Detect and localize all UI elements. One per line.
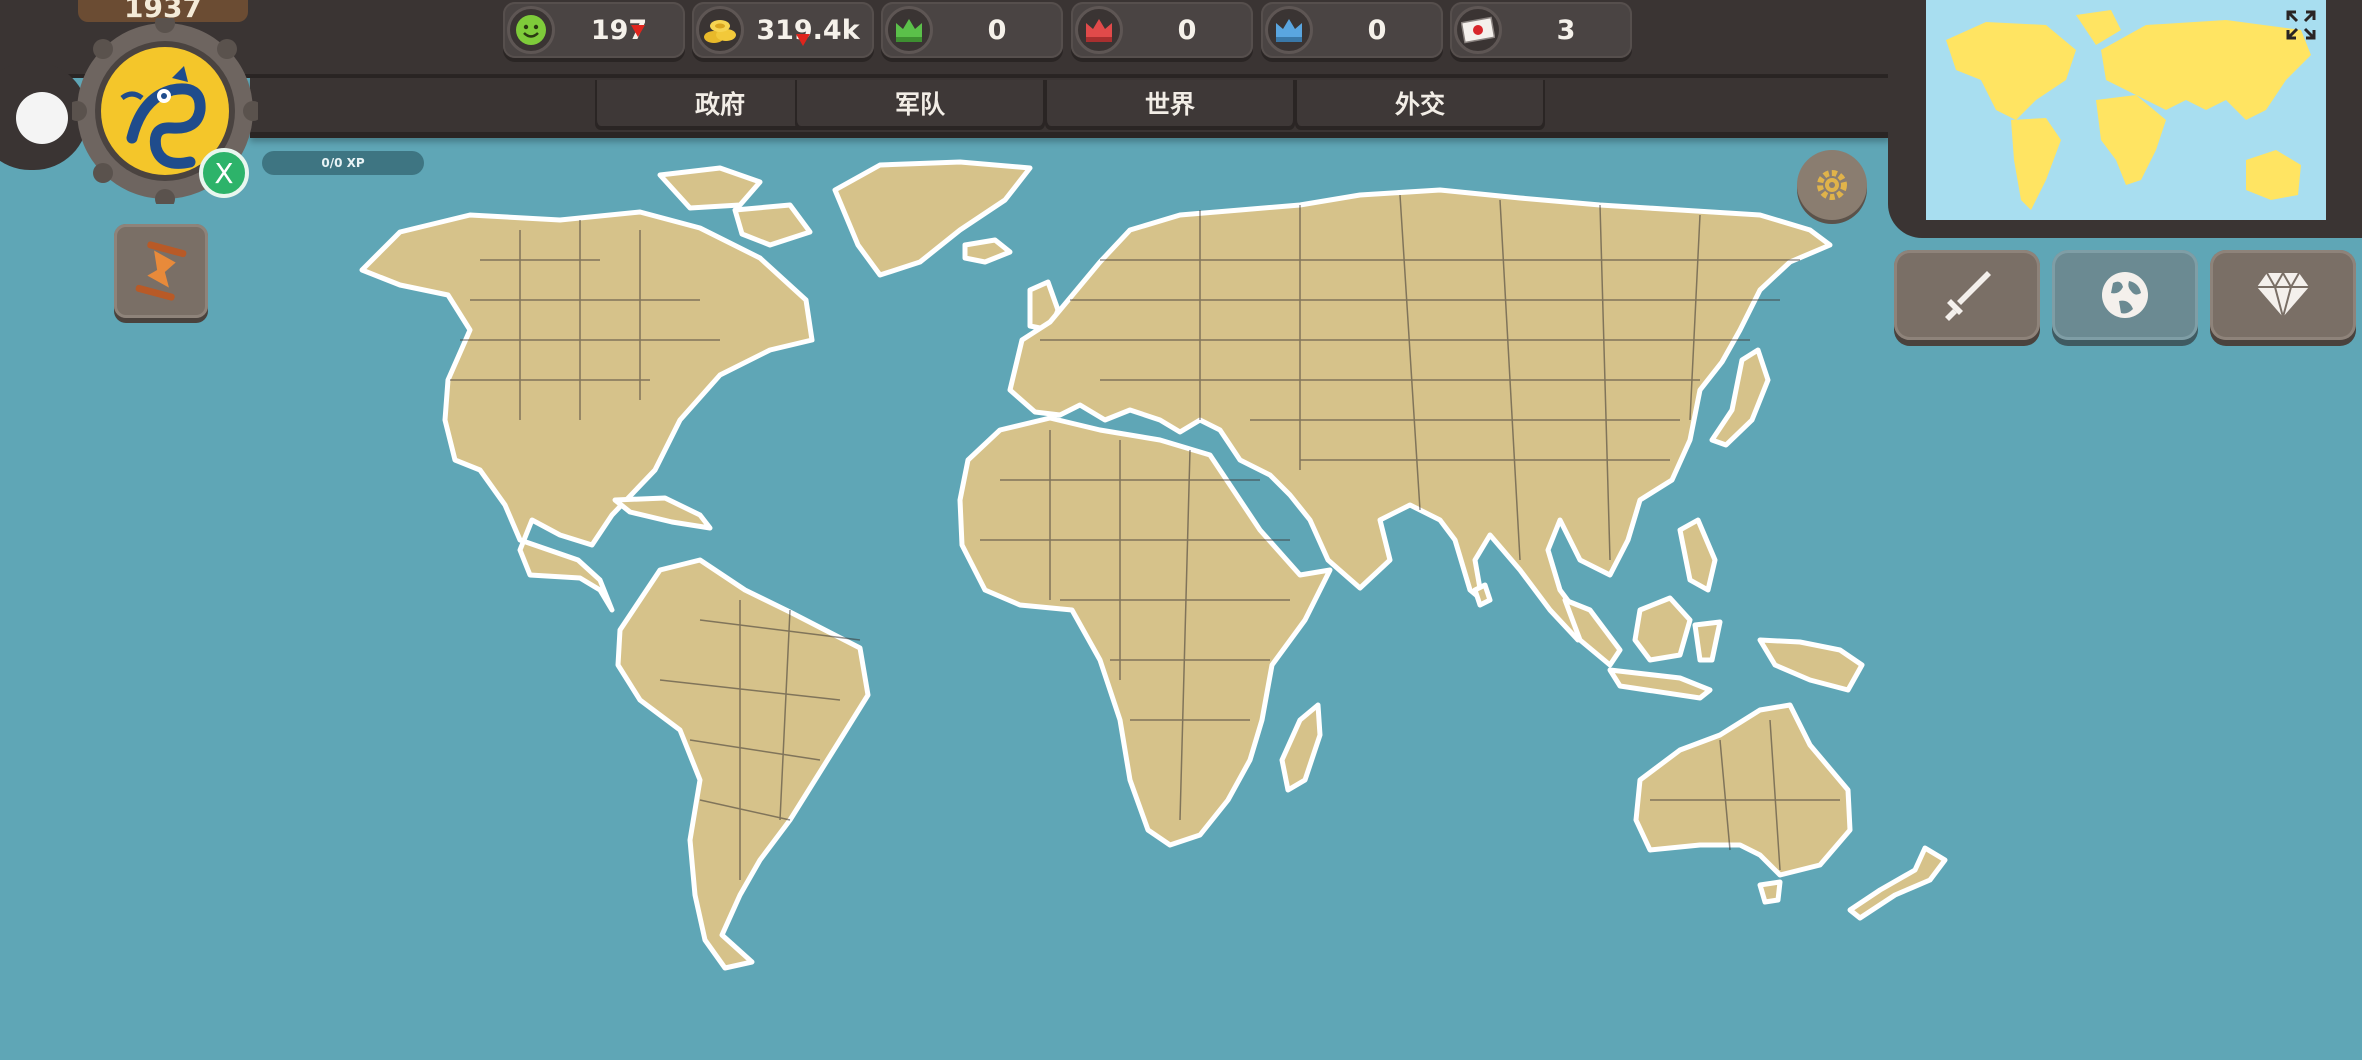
tab-world[interactable]: 世界 bbox=[1045, 80, 1295, 126]
hourglass-button[interactable] bbox=[114, 224, 208, 318]
flag-value: 3 bbox=[1556, 14, 1576, 46]
down-arrow-icon bbox=[796, 34, 810, 46]
japan-flag-icon bbox=[1454, 6, 1502, 54]
red-units-value: 0 bbox=[1177, 14, 1197, 46]
gear-icon bbox=[1817, 170, 1847, 200]
hourglass-icon bbox=[135, 241, 187, 301]
resource-flag[interactable]: 3 bbox=[1450, 2, 1632, 58]
tab-army[interactable]: 军队 bbox=[795, 80, 1045, 126]
green-crown-icon bbox=[885, 6, 933, 54]
green-units-value: 0 bbox=[987, 14, 1007, 46]
diamond-icon bbox=[2257, 270, 2309, 321]
resource-green-units[interactable]: 0 bbox=[881, 2, 1063, 58]
sword-icon bbox=[1945, 271, 1991, 321]
down-arrow-icon bbox=[631, 25, 645, 37]
military-button[interactable] bbox=[1894, 250, 2040, 340]
menu-tab-bar: 政府 军队 世界 外交 bbox=[250, 78, 1890, 138]
resource-money[interactable]: 319.4k bbox=[692, 2, 874, 58]
smiley-icon bbox=[507, 6, 555, 54]
island-borneo[interactable] bbox=[1632, 595, 1693, 663]
globe-icon bbox=[2102, 272, 2148, 318]
island-sri-lanka[interactable] bbox=[1472, 582, 1493, 608]
fullscreen-icon bbox=[2286, 10, 2316, 40]
blue-units-value: 0 bbox=[1367, 14, 1387, 46]
minimap[interactable] bbox=[1926, 0, 2326, 220]
premium-button[interactable] bbox=[2210, 250, 2356, 340]
red-crown-icon bbox=[1075, 6, 1123, 54]
xp-bar: 0/0 XP bbox=[262, 151, 424, 175]
resource-red-units[interactable]: 0 bbox=[1071, 2, 1253, 58]
resource-happiness[interactable]: 197 bbox=[503, 2, 685, 58]
tab-diplomacy[interactable]: 外交 bbox=[1295, 80, 1545, 126]
world-view-button[interactable] bbox=[2052, 250, 2198, 340]
gold-coins-icon bbox=[696, 6, 744, 54]
blue-crown-icon bbox=[1265, 6, 1313, 54]
settings-button[interactable] bbox=[1797, 150, 1867, 220]
emblem-badge[interactable]: X bbox=[199, 148, 249, 198]
island-tasmania[interactable] bbox=[1757, 879, 1783, 905]
resource-blue-units[interactable]: 0 bbox=[1261, 2, 1443, 58]
fullscreen-button[interactable] bbox=[2282, 6, 2320, 44]
